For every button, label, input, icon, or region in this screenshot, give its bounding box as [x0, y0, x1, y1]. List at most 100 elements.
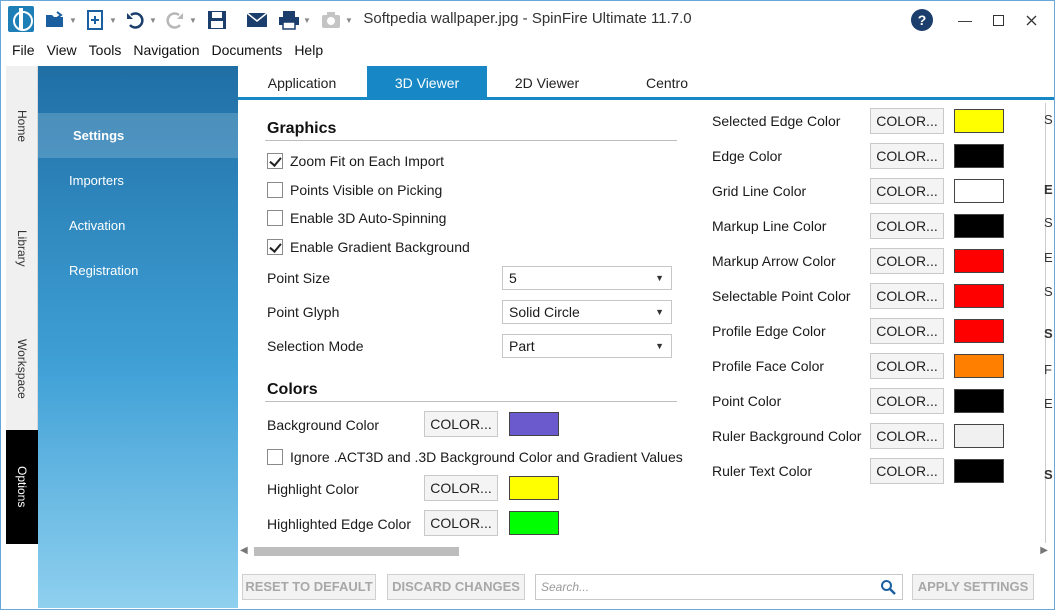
highlighted-edge-color-label: Highlighted Edge Color: [267, 516, 411, 532]
tab-3d-viewer[interactable]: 3D Viewer: [367, 66, 487, 100]
color-swatch: [954, 459, 1004, 483]
tab-application[interactable]: Application: [238, 66, 366, 100]
checkbox-label: Enable 3D Auto-Spinning: [290, 210, 447, 226]
side-tab-label: Home: [15, 109, 29, 142]
reset-to-default-button[interactable]: RESET TO DEFAULT: [242, 574, 376, 600]
color-picker-button[interactable]: COLOR...: [870, 213, 944, 239]
checkbox-zoom-fit[interactable]: Zoom Fit on Each Import: [267, 150, 444, 172]
color-picker-button[interactable]: COLOR...: [870, 178, 944, 204]
right-color-label: Markup Line Color: [712, 218, 827, 234]
side-tab-library[interactable]: Library: [6, 188, 38, 308]
menu-tools[interactable]: Tools: [83, 40, 128, 62]
checkbox-label: Ignore .ACT3D and .3D Background Color a…: [290, 449, 683, 465]
checkbox-box[interactable]: [267, 239, 283, 255]
side-tab-label: Options: [15, 466, 29, 508]
side-tab-options[interactable]: Options: [6, 430, 38, 544]
color-swatch: [954, 424, 1004, 448]
scroll-left-icon[interactable]: ◀: [240, 545, 248, 556]
color-swatch: [954, 284, 1004, 308]
discard-changes-button[interactable]: DISCARD CHANGES: [387, 574, 525, 600]
side-tab-label: Workspace: [15, 339, 29, 399]
tab-2d-viewer[interactable]: 2D Viewer: [487, 66, 607, 100]
color-picker-button[interactable]: COLOR...: [870, 108, 944, 134]
nav-item-activation[interactable]: Activation: [38, 203, 238, 248]
checkbox-points-visible[interactable]: Points Visible on Picking: [267, 179, 442, 201]
menu-view[interactable]: View: [41, 40, 83, 62]
highlight-color-swatch: [509, 476, 559, 500]
color-swatch: [954, 109, 1004, 133]
color-swatch: [954, 214, 1004, 238]
side-tab-home[interactable]: Home: [6, 66, 38, 186]
checkbox-box[interactable]: [267, 182, 283, 198]
scroll-right-icon[interactable]: ▶: [1040, 545, 1048, 556]
color-picker-button[interactable]: COLOR...: [870, 353, 944, 379]
checkbox-label: Zoom Fit on Each Import: [290, 153, 445, 169]
section-divider: [265, 140, 677, 141]
color-picker-button[interactable]: COLOR...: [870, 318, 944, 344]
selection-mode-dropdown[interactable]: Part ▼: [502, 334, 672, 358]
color-picker-button[interactable]: COLOR...: [870, 423, 944, 449]
help-button[interactable]: ?: [911, 9, 933, 31]
background-color-label: Background Color: [267, 417, 380, 433]
nav-item-settings[interactable]: Settings: [38, 113, 238, 158]
scrollbar-thumb[interactable]: [254, 547, 459, 556]
checkbox-box[interactable]: [267, 210, 283, 226]
color-picker-button[interactable]: COLOR...: [870, 283, 944, 309]
search-input[interactable]: [536, 575, 866, 599]
menu-bar: File View Tools Navigation Documents Hel…: [0, 40, 329, 62]
menu-navigation[interactable]: Navigation: [127, 40, 205, 62]
point-size-dropdown[interactable]: 5 ▼: [502, 266, 672, 290]
color-swatch: [954, 354, 1004, 378]
menu-help[interactable]: Help: [288, 40, 329, 62]
checkbox-ignore-background[interactable]: Ignore .ACT3D and .3D Background Color a…: [267, 446, 683, 468]
color-swatch: [954, 249, 1004, 273]
color-swatch: [954, 179, 1004, 203]
highlighted-edge-color-button[interactable]: COLOR...: [424, 510, 498, 536]
right-color-label: Selected Edge Color: [712, 113, 841, 129]
color-picker-button[interactable]: COLOR...: [870, 458, 944, 484]
color-picker-button[interactable]: COLOR...: [870, 388, 944, 414]
right-color-label: Profile Face Color: [712, 358, 825, 374]
horizontal-scrollbar[interactable]: ◀ ▶: [240, 544, 1048, 558]
minimize-icon[interactable]: —: [953, 8, 977, 32]
right-color-label: Point Color: [712, 393, 782, 409]
right-color-label: Ruler Text Color: [712, 463, 813, 479]
settings-tabs: Application 3D Viewer 2D Viewer Centro: [238, 66, 1055, 100]
color-picker-button[interactable]: COLOR...: [870, 143, 944, 169]
window-title: Softpedia wallpaper.jpg - SpinFire Ultim…: [363, 10, 692, 27]
apply-settings-button[interactable]: APPLY SETTINGS: [912, 574, 1034, 600]
nav-item-registration[interactable]: Registration: [38, 248, 238, 293]
maximize-icon[interactable]: [986, 8, 1010, 32]
checkbox-box[interactable]: [267, 153, 283, 169]
checkbox-auto-spinning[interactable]: Enable 3D Auto-Spinning: [267, 207, 446, 229]
color-swatch: [954, 144, 1004, 168]
nav-item-importers[interactable]: Importers: [38, 158, 238, 203]
color-picker-button[interactable]: COLOR...: [870, 248, 944, 274]
search-icon[interactable]: [880, 579, 896, 595]
point-glyph-label: Point Glyph: [267, 304, 340, 320]
highlight-color-button[interactable]: COLOR...: [424, 475, 498, 501]
menu-file[interactable]: File: [0, 40, 41, 62]
vertical-scrollbar[interactable]: [1041, 103, 1055, 543]
background-color-button[interactable]: COLOR...: [424, 411, 498, 437]
chevron-down-icon: ▼: [655, 273, 664, 283]
color-swatch: [954, 319, 1004, 343]
menu-documents[interactable]: Documents: [206, 40, 289, 62]
right-color-label: Profile Edge Color: [712, 323, 826, 339]
checkbox-label: Enable Gradient Background: [290, 239, 470, 255]
search-box: [535, 574, 903, 600]
side-tab-workspace[interactable]: Workspace: [6, 310, 38, 428]
checkbox-box[interactable]: [267, 449, 283, 465]
dropdown-value: 5: [509, 270, 517, 286]
close-icon[interactable]: [1019, 8, 1043, 32]
selection-mode-label: Selection Mode: [267, 338, 364, 354]
point-glyph-dropdown[interactable]: Solid Circle ▼: [502, 300, 672, 324]
checkbox-gradient-background[interactable]: Enable Gradient Background: [267, 236, 470, 258]
background-color-swatch: [509, 412, 559, 436]
right-color-label: Selectable Point Color: [712, 288, 851, 304]
tab-centro[interactable]: Centro: [607, 66, 727, 100]
colors-section-title: Colors: [267, 381, 318, 398]
right-color-label: Edge Color: [712, 148, 783, 164]
section-divider: [265, 401, 677, 402]
right-color-label: Grid Line Color: [712, 183, 807, 199]
